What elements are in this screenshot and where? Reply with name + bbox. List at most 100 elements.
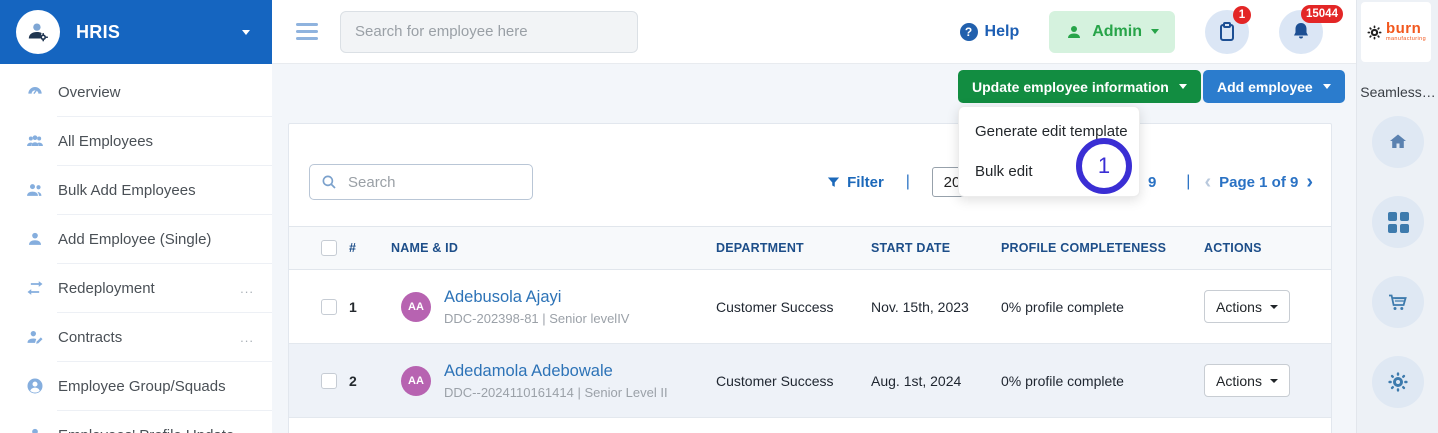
person-gear-icon <box>28 23 48 42</box>
employee-search-input[interactable] <box>340 10 638 53</box>
department-cell: Customer Success <box>716 372 834 389</box>
row-actions-button[interactable]: Actions <box>1204 290 1290 323</box>
hris-logo <box>16 10 60 54</box>
row-actions-button[interactable]: Actions <box>1204 364 1290 397</box>
start-date-cell: Aug. 1st, 2024 <box>871 372 962 389</box>
user-circle-icon <box>24 375 46 397</box>
sidebar: HRIS Overview All Employees Bulk Add Emp… <box>0 0 272 433</box>
rail-caption: Seamless… <box>1360 84 1436 100</box>
settings-button[interactable] <box>1372 356 1424 408</box>
sidebar-item-label: Bulk Add Employees <box>58 181 196 199</box>
actions-label: Actions <box>1216 372 1262 389</box>
sidebar-item-employees-profile-update[interactable]: Employees' Profile Update <box>0 411 272 433</box>
employee-name-link[interactable]: Adebusola Ajayi <box>444 288 629 307</box>
employee-id-role: DDC--2024110161414 | Senior Level II <box>444 384 668 400</box>
clipboard-badge: 1 <box>1233 5 1251 24</box>
row-number: 1 <box>349 298 357 315</box>
results-count-tail: 9 <box>1147 173 1157 191</box>
header-start-date: START DATE <box>871 241 951 255</box>
sidebar-item-label: Add Employee (Single) <box>58 230 212 248</box>
sidebar-item-contracts[interactable]: Contracts ... <box>0 313 272 361</box>
next-page-button[interactable]: › <box>1306 172 1313 192</box>
home-icon <box>1390 134 1406 148</box>
sidebar-item-trailing: ... <box>240 280 254 296</box>
sidebar-item-add-employee-single[interactable]: Add Employee (Single) <box>0 215 272 263</box>
avatar: AA <box>401 291 431 322</box>
toolbar-divider: | <box>905 173 910 190</box>
caret-down-icon <box>1269 304 1278 309</box>
header-profile-completeness: PROFILE COMPLETENESS <box>1001 241 1167 255</box>
sidebar-item-redeployment[interactable]: Redeployment ... <box>0 264 272 312</box>
caret-down-icon <box>242 29 250 35</box>
two-users-icon <box>24 179 46 201</box>
previous-page-button[interactable]: ‹ <box>1204 172 1211 192</box>
select-all-checkbox[interactable] <box>321 240 337 256</box>
home-button[interactable] <box>1372 116 1424 168</box>
user-icon <box>24 228 46 250</box>
question-circle-icon: ? <box>959 22 978 41</box>
actions-label: Actions <box>1216 298 1262 315</box>
sidebar-item-employee-group-squads[interactable]: Employee Group/Squads <box>0 362 272 410</box>
sidebar-brand[interactable]: HRIS <box>0 0 272 64</box>
gear-icon <box>1388 372 1408 392</box>
annotation-marker-1: 1 <box>1076 138 1132 194</box>
notifications-button[interactable]: 15044 <box>1279 4 1343 54</box>
topbar-right: ? Help Admin 1 15044 <box>959 4 1343 54</box>
notifications-badge: 15044 <box>1301 4 1343 23</box>
help-button[interactable]: ? Help <box>959 22 1019 41</box>
app-root: ? Help Admin 1 15044 <box>0 0 1438 433</box>
caret-down-icon <box>1269 378 1278 383</box>
filter-button[interactable]: Filter <box>826 174 884 191</box>
profile-completeness-cell: 0% profile complete <box>1001 372 1124 389</box>
toolbar-divider: | <box>1186 173 1191 190</box>
swap-arrows-icon <box>24 277 46 299</box>
update-employee-information-button[interactable]: Update employee information <box>958 70 1201 103</box>
employees-panel: Filter | 20 9 | ‹ Page 1 of 9 › # NAME &… <box>288 123 1332 433</box>
burn-logo-subtext: manufacturing <box>1385 36 1427 43</box>
table-search-input[interactable] <box>309 164 533 200</box>
gauge-icon <box>24 81 46 103</box>
employee-name-link[interactable]: Adedamola Adebowale <box>444 362 668 381</box>
name-cell: AA Adebusola Ajayi DDC-202398-81 | Senio… <box>391 288 716 326</box>
table-row: 2 AA Adedamola Adebowale DDC--2024110161… <box>289 344 1331 418</box>
user-edit-icon <box>24 326 46 348</box>
grid-icon <box>1387 211 1409 233</box>
annotation-label: 1 <box>1097 153 1111 178</box>
admin-label: Admin <box>1092 22 1142 40</box>
sidebar-item-label: All Employees <box>58 132 154 150</box>
sidebar-item-label: Contracts <box>58 328 123 346</box>
burn-logo-text: burn <box>1385 20 1422 38</box>
name-cell: AA Adedamola Adebowale DDC--202411016141… <box>391 362 716 400</box>
sidebar-nav: Overview All Employees Bulk Add Employee… <box>0 64 272 433</box>
sidebar-item-label: Redeployment <box>58 279 155 297</box>
header-name-id: NAME & ID <box>391 241 459 255</box>
row-checkbox[interactable] <box>321 298 337 315</box>
burn-logo[interactable]: burn manufacturing <box>1361 2 1431 62</box>
clipboard-button[interactable]: 1 <box>1205 5 1251 54</box>
clipboard-icon <box>1220 21 1234 41</box>
row-checkbox[interactable] <box>321 372 337 389</box>
apps-button[interactable] <box>1372 196 1424 248</box>
admin-menu-button[interactable]: Admin <box>1049 10 1175 53</box>
caret-down-icon <box>1322 84 1331 89</box>
user-icon <box>1068 25 1081 38</box>
hamburger-icon[interactable] <box>296 23 318 40</box>
sidebar-item-trailing: ... <box>240 329 254 345</box>
table-search <box>309 164 533 200</box>
users-icon <box>24 130 46 152</box>
sidebar-item-overview[interactable]: Overview <box>0 68 272 116</box>
user-icon <box>24 424 46 433</box>
funnel-icon <box>827 177 840 187</box>
cart-button[interactable] <box>1372 276 1424 328</box>
sidebar-item-all-employees[interactable]: All Employees <box>0 117 272 165</box>
sidebar-item-bulk-add-employees[interactable]: Bulk Add Employees <box>0 166 272 214</box>
table-row: 1 AA Adebusola Ajayi DDC-202398-81 | Sen… <box>289 270 1331 344</box>
update-button-label: Update employee information <box>972 78 1169 95</box>
cart-icon <box>1389 294 1407 310</box>
profile-completeness-cell: 0% profile complete <box>1001 298 1124 315</box>
sidebar-item-label: Overview <box>58 83 121 101</box>
magnifier-icon <box>322 175 336 189</box>
row-number: 2 <box>349 372 357 389</box>
page-indicator: Page 1 of 9 <box>1219 173 1299 191</box>
add-employee-button[interactable]: Add employee <box>1203 70 1345 103</box>
